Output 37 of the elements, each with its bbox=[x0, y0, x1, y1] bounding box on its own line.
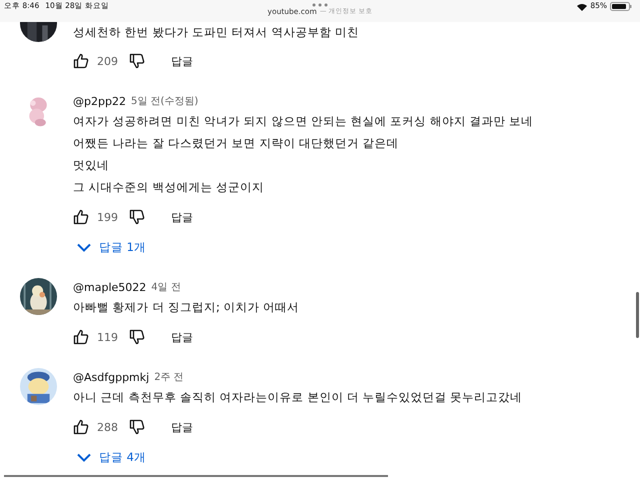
comment-author[interactable]: @Asdfgppmkj bbox=[73, 370, 150, 384]
scrollbar bbox=[636, 292, 639, 338]
wifi-icon bbox=[577, 3, 588, 11]
comment-text: 성세천하 한번 봤다가 도파민 터져서 역사공부함 미친 bbox=[73, 24, 360, 41]
comment-time: 2주 전 bbox=[154, 371, 184, 384]
comment-text: 아니 근데 측천무후 솔직히 여자라는이유로 본인이 더 누릴수있었던걸 못누리고갔네 bbox=[73, 389, 524, 406]
reply-button[interactable]: 답글 bbox=[171, 210, 193, 224]
comment-author[interactable]: @p2pp22 bbox=[73, 94, 126, 108]
chevron-down-icon bbox=[77, 452, 91, 462]
comment-text: 아빠뻘 황제가 더 징그럽지; 이치가 어때서 bbox=[73, 299, 300, 316]
thumbs-down-icon[interactable] bbox=[129, 329, 145, 345]
comment-text: 멋있네 bbox=[73, 157, 110, 174]
comment-author[interactable]: @maple5022 bbox=[73, 280, 146, 294]
reply-button[interactable]: 답글 bbox=[171, 330, 193, 344]
battery-icon bbox=[610, 2, 632, 11]
comment-text: 어쨌든 나라는 잘 다스렸던거 보면 지략이 대단했던거 같은데 bbox=[73, 135, 400, 152]
comment-text: 여자가 성공하려면 미친 악녀가 되지 않으면 안되는 현실에 포커싱 해야지 결과만 보네 bbox=[73, 113, 534, 130]
thumbs-up-icon[interactable] bbox=[73, 209, 89, 225]
thumbs-down-icon[interactable] bbox=[129, 209, 145, 225]
comment-time: 5일 전(수정됨) bbox=[130, 95, 198, 108]
thumbs-up-icon[interactable] bbox=[73, 53, 89, 69]
thumbs-down-icon[interactable] bbox=[129, 419, 145, 435]
more-icon[interactable] bbox=[312, 3, 328, 7]
thumbs-down-icon[interactable] bbox=[129, 53, 145, 69]
like-count: 209 bbox=[97, 54, 119, 68]
thumbs-up-icon[interactable] bbox=[73, 329, 89, 345]
like-count: 288 bbox=[97, 420, 119, 434]
like-count: 199 bbox=[97, 210, 119, 224]
comment-time: 4일 전 bbox=[151, 281, 181, 294]
like-count: 119 bbox=[97, 330, 119, 344]
reply-button[interactable]: 답글 bbox=[171, 420, 193, 434]
reply-button[interactable]: 답글 bbox=[171, 54, 193, 68]
comment-text: 그 시대수준의 백성에게는 성군이지 bbox=[73, 179, 265, 196]
view-replies-button[interactable]: 답글 1개 bbox=[77, 236, 146, 258]
thumbs-up-icon[interactable] bbox=[73, 419, 89, 435]
chevron-down-icon bbox=[77, 242, 91, 252]
view-replies-button[interactable]: 답글 4개 bbox=[77, 446, 146, 468]
